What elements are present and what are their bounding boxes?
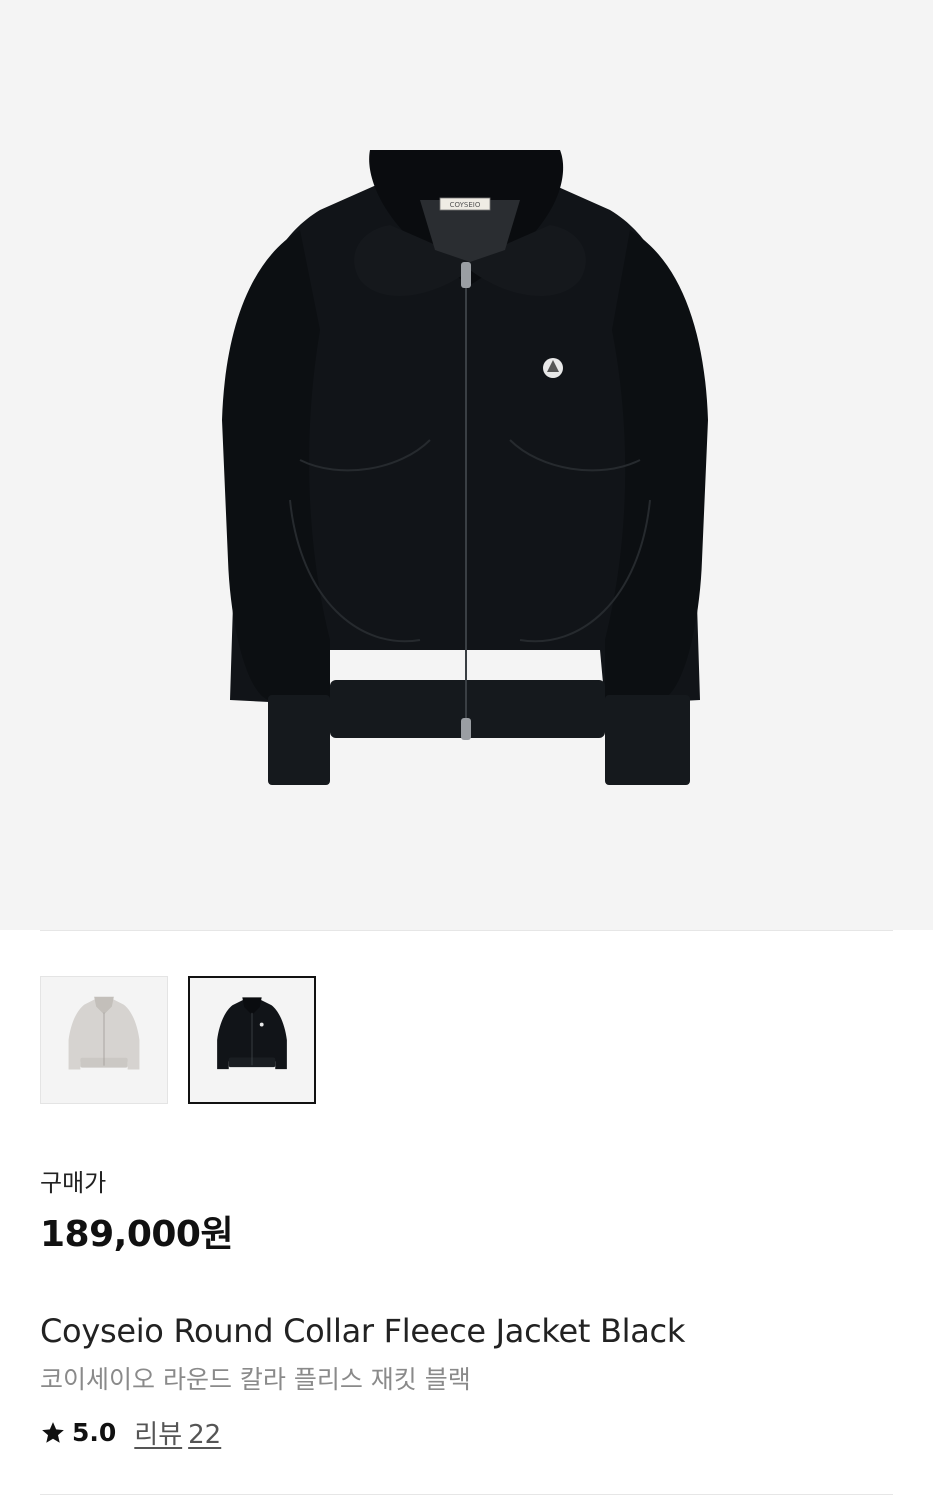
thumbnail-gray[interactable] xyxy=(40,976,168,1104)
product-main-image: COYSEIO xyxy=(0,0,933,930)
gray-jacket-thumbnail xyxy=(68,996,140,1070)
left-cuff xyxy=(268,695,330,785)
zipper-pull-bottom xyxy=(461,718,471,740)
jacket-illustration: COYSEIO xyxy=(222,150,708,785)
divider xyxy=(40,930,893,931)
zipper-pull-top xyxy=(461,262,471,288)
rating-score: 5.0 xyxy=(72,1418,117,1447)
thumbnail-list xyxy=(40,976,316,1104)
reviews-count: 22 xyxy=(188,1420,222,1450)
rating-row: 5.0 리뷰 22 xyxy=(40,1414,221,1451)
thumbnail-black[interactable] xyxy=(188,976,316,1104)
price-label: 구매가 xyxy=(40,1169,107,1197)
right-cuff xyxy=(605,695,690,785)
price: 189,000원 xyxy=(40,1214,234,1255)
product-name-ko: 코이세이오 라운드 칼라 플리스 재킷 블랙 xyxy=(40,1365,471,1394)
brand-label-text: COYSEIO xyxy=(450,201,481,209)
black-jacket-thumbnail xyxy=(217,997,287,1070)
product-name-en: Coyseio Round Collar Fleece Jacket Black xyxy=(40,1312,686,1350)
divider xyxy=(40,1494,893,1495)
star-icon xyxy=(42,1421,64,1443)
reviews-link[interactable]: 리뷰 22 xyxy=(134,1414,221,1451)
reviews-label: 리뷰 xyxy=(134,1420,183,1450)
